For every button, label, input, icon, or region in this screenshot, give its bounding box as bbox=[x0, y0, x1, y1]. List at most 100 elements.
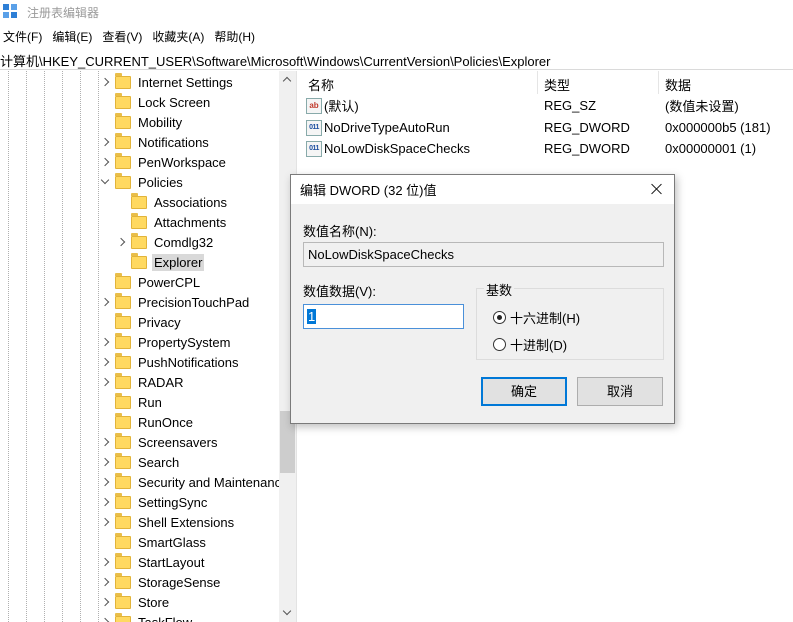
tree-item[interactable]: Comdlg32 bbox=[116, 232, 215, 252]
tree-item[interactable]: Policies bbox=[100, 172, 185, 192]
chevron-down-icon[interactable] bbox=[100, 172, 112, 192]
tree-guide-line bbox=[26, 71, 27, 622]
value-row[interactable]: 011 NoLowDiskSpaceChecks REG_DWORD 0x000… bbox=[302, 138, 793, 159]
tree-item-label: RunOnce bbox=[138, 414, 193, 430]
chevron-right-icon[interactable] bbox=[116, 232, 128, 252]
value-data-text: 1 bbox=[307, 309, 317, 324]
menu-edit[interactable]: 编辑(E) bbox=[49, 26, 99, 46]
tree-item[interactable]: RADAR bbox=[100, 372, 186, 392]
tree-item[interactable]: Run bbox=[100, 392, 164, 412]
value-data: 0x000000b5 (181) bbox=[665, 120, 771, 135]
folder-icon bbox=[115, 292, 131, 309]
chevron-right-icon[interactable] bbox=[100, 512, 112, 532]
tree-item[interactable]: PushNotifications bbox=[100, 352, 240, 372]
tree-item-label: SettingSync bbox=[138, 494, 208, 510]
column-header-name[interactable]: 名称 bbox=[302, 71, 538, 94]
tree-item[interactable]: SettingSync bbox=[100, 492, 209, 512]
menu-help[interactable]: 帮助(H) bbox=[211, 26, 262, 46]
menu-file[interactable]: 文件(F) bbox=[0, 26, 49, 46]
tree-item-label: Store bbox=[138, 594, 170, 610]
chevron-right-icon[interactable] bbox=[100, 592, 112, 612]
tree-item[interactable]: StorageSense bbox=[100, 572, 222, 592]
chevron-right-icon[interactable] bbox=[100, 372, 112, 392]
chevron-right-icon[interactable] bbox=[100, 452, 112, 472]
radio-decimal[interactable]: 十进制(D) bbox=[493, 335, 567, 354]
ok-button[interactable]: 确定 bbox=[481, 377, 567, 406]
tree-item-label: Explorer bbox=[152, 253, 205, 271]
column-header-type[interactable]: 类型 bbox=[538, 71, 659, 94]
chevron-right-icon[interactable] bbox=[100, 472, 112, 492]
folder-icon bbox=[115, 412, 131, 429]
tree-item[interactable]: SmartGlass bbox=[100, 532, 208, 552]
value-row[interactable]: ab (默认) REG_SZ (数值未设置) bbox=[302, 95, 793, 116]
folder-icon bbox=[115, 172, 131, 189]
tree-item[interactable]: Attachments bbox=[116, 212, 228, 232]
menu-view[interactable]: 查看(V) bbox=[99, 26, 149, 46]
folder-icon bbox=[115, 352, 131, 369]
chevron-right-icon[interactable] bbox=[100, 152, 112, 172]
list-header: 名称 类型 数据 bbox=[302, 71, 793, 94]
tree-item[interactable]: StartLayout bbox=[100, 552, 207, 572]
tree-item[interactable]: Search bbox=[100, 452, 181, 472]
chevron-right-icon[interactable] bbox=[100, 132, 112, 152]
close-icon[interactable] bbox=[648, 180, 666, 198]
chevron-right-icon[interactable] bbox=[100, 352, 112, 372]
value-data-input[interactable]: 1 bbox=[303, 304, 464, 329]
chevron-right-icon[interactable] bbox=[100, 332, 112, 352]
folder-icon bbox=[115, 72, 131, 89]
tree-item[interactable]: Privacy bbox=[100, 312, 183, 332]
chevron-right-icon[interactable] bbox=[100, 72, 112, 92]
column-header-data[interactable]: 数据 bbox=[659, 71, 793, 94]
chevron-right-icon[interactable] bbox=[100, 572, 112, 592]
value-type: REG_SZ bbox=[544, 98, 597, 113]
tree-item-label: Run bbox=[138, 394, 162, 410]
tree-item[interactable]: Security and Maintenanc bbox=[100, 472, 283, 492]
tree-item[interactable]: Screensavers bbox=[100, 432, 219, 452]
radio-hexadecimal[interactable]: 十六进制(H) bbox=[493, 308, 580, 327]
base-label: 基数 bbox=[484, 280, 515, 299]
registry-tree: Internet Settings Lock Screen Mobility Noti… bbox=[0, 71, 296, 622]
dword-value-icon: 011 bbox=[306, 119, 322, 136]
scroll-down-arrow-icon[interactable] bbox=[279, 605, 296, 622]
regedit-app-icon bbox=[3, 4, 19, 20]
value-row[interactable]: 011 NoDriveTypeAutoRun REG_DWORD 0x00000… bbox=[302, 117, 793, 138]
tree-item[interactable]: Associations bbox=[116, 192, 229, 212]
tree-item[interactable]: PenWorkspace bbox=[100, 152, 228, 172]
dialog-title-bar: 编辑 DWORD (32 位)值 bbox=[291, 175, 674, 204]
radio-unchecked-icon[interactable] bbox=[493, 338, 506, 351]
folder-icon bbox=[115, 312, 131, 329]
tree-item[interactable]: Explorer bbox=[116, 252, 205, 272]
menu-favorites[interactable]: 收藏夹(A) bbox=[149, 26, 211, 46]
tree-item-label: PropertySystem bbox=[138, 334, 231, 350]
radio-checked-icon[interactable] bbox=[493, 311, 506, 324]
chevron-right-icon[interactable] bbox=[100, 492, 112, 512]
chevron-right-icon[interactable] bbox=[100, 292, 112, 312]
tree-item[interactable]: Internet Settings bbox=[100, 72, 235, 92]
chevron-right-icon[interactable] bbox=[100, 552, 112, 572]
address-bar[interactable]: 计算机\HKEY_CURRENT_USER\Software\Microsoft… bbox=[0, 48, 793, 70]
tree-item[interactable]: PowerCPL bbox=[100, 272, 202, 292]
cancel-button[interactable]: 取消 bbox=[577, 377, 663, 406]
tree-item-label: Shell Extensions bbox=[138, 514, 235, 530]
tree-item[interactable]: RunOnce bbox=[100, 412, 195, 432]
value-data: (数值未设置) bbox=[665, 99, 739, 114]
tree-guide-line bbox=[80, 71, 81, 622]
tree-item[interactable]: PropertySystem bbox=[100, 332, 232, 352]
tree-guide-line bbox=[8, 71, 9, 622]
tree-item[interactable]: Lock Screen bbox=[100, 92, 212, 112]
dialog-title: 编辑 DWORD (32 位)值 bbox=[300, 183, 437, 198]
scroll-up-arrow-icon[interactable] bbox=[279, 71, 296, 88]
tree-item[interactable]: Mobility bbox=[100, 112, 184, 132]
chevron-right-icon[interactable] bbox=[100, 432, 112, 452]
tree-item[interactable]: TaskFlow bbox=[100, 612, 194, 622]
chevron-right-icon[interactable] bbox=[100, 612, 112, 622]
tree-item[interactable]: Shell Extensions bbox=[100, 512, 236, 532]
folder-icon bbox=[131, 192, 147, 209]
tree-item[interactable]: Store bbox=[100, 592, 171, 612]
tree-item[interactable]: Notifications bbox=[100, 132, 211, 152]
tree-item[interactable]: PrecisionTouchPad bbox=[100, 292, 251, 312]
folder-icon bbox=[131, 252, 147, 269]
